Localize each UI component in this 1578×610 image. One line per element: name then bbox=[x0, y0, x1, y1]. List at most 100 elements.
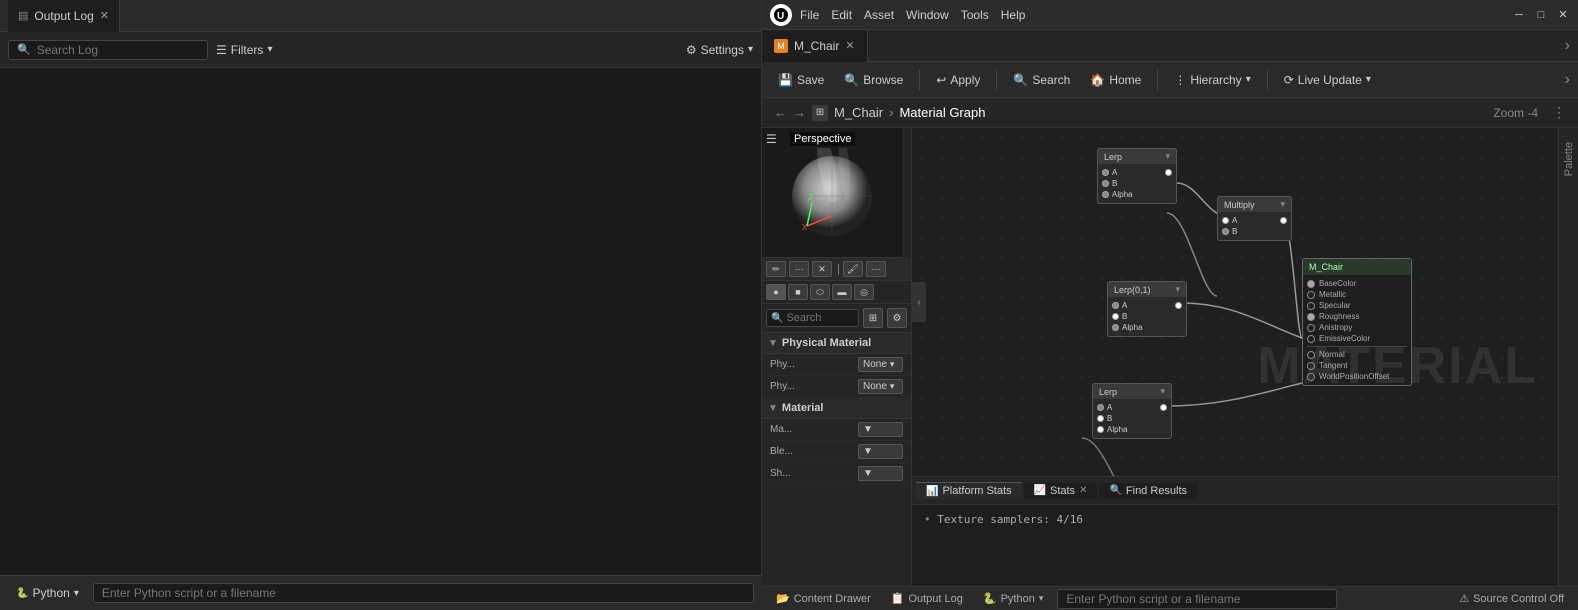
m-chair-final-node[interactable]: M_Chair BaseColor Metallic Specular bbox=[1302, 258, 1412, 386]
prop-dropdown-4[interactable]: ▼ bbox=[858, 466, 903, 481]
bottom-panel-content: • Texture samplers: 4/16 bbox=[912, 505, 1558, 586]
breadcrumb-expand-button[interactable]: ⊞ bbox=[812, 105, 828, 121]
settings-button[interactable]: ⚙ Settings ▾ bbox=[686, 43, 753, 57]
live-update-icon: ⟳ bbox=[1284, 73, 1294, 87]
preview-paint-button[interactable]: 🖌 bbox=[843, 261, 863, 277]
collapse-left-button[interactable]: ‹ bbox=[912, 282, 926, 322]
material-icon: M bbox=[774, 39, 788, 53]
physical-material-arrow: ▼ bbox=[768, 338, 778, 349]
multiply-node[interactable]: Multiply ▾ A B bbox=[1217, 196, 1292, 241]
search-log-input[interactable] bbox=[37, 43, 199, 57]
python-chevron-icon: ▾ bbox=[74, 588, 79, 599]
lerp2-dropdown[interactable]: ▾ bbox=[1175, 284, 1180, 295]
lerp2-node[interactable]: Lerp(0,1) ▾ A B bbox=[1107, 281, 1187, 337]
output-log-status[interactable]: 📋 Output Log bbox=[885, 592, 969, 605]
multiply-dropdown[interactable]: ▾ bbox=[1280, 199, 1285, 210]
breadcrumb-more-icon[interactable]: ⋮ bbox=[1552, 104, 1566, 121]
log-content-area bbox=[0, 68, 761, 610]
preview-close-button[interactable]: ✕ bbox=[812, 261, 832, 277]
stats-tab[interactable]: 📈 Stats ✕ bbox=[1024, 483, 1098, 499]
stats-content: Texture samplers: 4/16 bbox=[937, 513, 1083, 526]
right-status-bar: 📂 Content Drawer 📋 Output Log 🐍 Python ▾… bbox=[762, 586, 1578, 610]
perspective-label: Perspective bbox=[790, 132, 855, 146]
menu-tools[interactable]: Tools bbox=[961, 8, 989, 22]
shape-torus-button[interactable]: ◎ bbox=[854, 284, 874, 300]
m-chair-tab-close[interactable]: ✕ bbox=[845, 39, 854, 52]
search-button[interactable]: 🔍 Search bbox=[1005, 70, 1078, 90]
shape-sphere-button[interactable]: ● bbox=[766, 284, 786, 300]
breadcrumb-parent[interactable]: M_Chair bbox=[834, 105, 883, 120]
output-log-tab-close[interactable]: ✕ bbox=[100, 9, 109, 22]
prop-dropdown-3[interactable]: ▼ bbox=[858, 444, 903, 459]
bottom-panels: 📊 Platform Stats 📈 Stats ✕ 🔍 Find Result… bbox=[912, 476, 1558, 586]
forward-button[interactable]: → bbox=[793, 105, 806, 120]
physical-material-section[interactable]: ▼ Physical Material bbox=[762, 333, 911, 354]
properties-panel: ☰ bbox=[762, 128, 912, 586]
material-preview: ☰ bbox=[762, 128, 902, 258]
prop-gear-button[interactable]: ⚙ bbox=[887, 308, 907, 328]
lerp3-dropdown[interactable]: ▾ bbox=[1160, 386, 1165, 397]
menu-file[interactable]: File bbox=[800, 8, 819, 22]
pin-dot bbox=[1097, 426, 1104, 433]
shape-box-button[interactable]: ■ bbox=[788, 284, 808, 300]
shape-cylinder-button[interactable]: ⬭ bbox=[810, 284, 830, 300]
platform-stats-tab[interactable]: 📊 Platform Stats bbox=[916, 482, 1022, 499]
content-drawer-status[interactable]: 📂 Content Drawer bbox=[770, 592, 877, 605]
menu-edit[interactable]: Edit bbox=[831, 8, 852, 22]
output-log-tab[interactable]: ▤ Output Log ✕ bbox=[8, 0, 120, 32]
palette-label[interactable]: Palette bbox=[1563, 142, 1575, 176]
material-graph[interactable]: Lerp ▾ A B bbox=[912, 128, 1558, 476]
toolbar-sep-3 bbox=[1157, 70, 1158, 90]
lerp1-dropdown[interactable]: ▾ bbox=[1165, 151, 1170, 162]
lerp3-node[interactable]: Lerp ▾ A B bbox=[1092, 383, 1172, 439]
m-chair-tab[interactable]: M M_Chair ✕ bbox=[762, 30, 868, 62]
search-log-box[interactable]: 🔍 bbox=[8, 40, 208, 60]
prop-search-input[interactable] bbox=[786, 312, 854, 324]
back-button[interactable]: ← bbox=[774, 105, 787, 120]
gear-icon: ⚙ bbox=[686, 43, 697, 57]
menu-window[interactable]: Window bbox=[906, 8, 949, 22]
filters-button[interactable]: ☰ Filters ▾ bbox=[216, 43, 272, 57]
prop-grid-button[interactable]: ⊞ bbox=[863, 308, 883, 328]
preview-menu-icon[interactable]: ☰ bbox=[766, 132, 777, 146]
prop-dropdown-1[interactable]: None ▾ bbox=[858, 379, 903, 394]
python-status-chevron: ▾ bbox=[1039, 593, 1044, 604]
prop-search-box[interactable]: 🔍 bbox=[766, 309, 859, 327]
pin-dot bbox=[1222, 228, 1229, 235]
prop-dropdown-2[interactable]: ▼ bbox=[858, 422, 903, 437]
preview-dots2[interactable]: ··· bbox=[866, 261, 886, 277]
python-input-right[interactable] bbox=[1057, 589, 1337, 609]
python-status[interactable]: 🐍 Python ▾ bbox=[977, 592, 1049, 605]
apply-button[interactable]: ↩ Apply bbox=[928, 70, 988, 90]
python-input-left[interactable] bbox=[93, 583, 754, 603]
prop-dropdown-0[interactable]: None ▾ bbox=[858, 357, 903, 372]
source-control-status[interactable]: ⚠ Source Control Off bbox=[1453, 592, 1570, 605]
shape-plane-button[interactable]: ▬ bbox=[832, 284, 852, 300]
find-results-tab[interactable]: 🔍 Find Results bbox=[1099, 483, 1197, 499]
browse-button[interactable]: 🔍 Browse bbox=[836, 70, 911, 90]
lerp-node-1[interactable]: Lerp ▾ A B bbox=[1097, 148, 1177, 204]
close-button[interactable]: ✕ bbox=[1556, 8, 1570, 22]
tab-overflow-button[interactable]: › bbox=[1557, 37, 1578, 55]
stats-tab-close[interactable]: ✕ bbox=[1079, 485, 1087, 496]
menu-bar: File Edit Asset Window Tools Help bbox=[800, 8, 1025, 22]
home-button[interactable]: 🏠 Home bbox=[1082, 70, 1149, 90]
pin-dot bbox=[1102, 191, 1109, 198]
toolbar-sep-2 bbox=[996, 70, 997, 90]
toolbar-overflow-button[interactable]: › bbox=[1565, 71, 1570, 89]
preview-ctrl-dots[interactable]: ··· bbox=[789, 261, 809, 277]
pin-out bbox=[1280, 217, 1287, 224]
breadcrumb-nav: ← → bbox=[774, 105, 806, 120]
minimize-button[interactable]: ─ bbox=[1512, 8, 1526, 22]
maximize-button[interactable]: □ bbox=[1534, 8, 1548, 22]
live-update-button[interactable]: ⟳ Live Update ▾ bbox=[1276, 70, 1379, 90]
material-section[interactable]: ▼ Material bbox=[762, 398, 911, 419]
prop-label-0: Phy... bbox=[770, 359, 854, 370]
python-selector[interactable]: 🐍 Python ▾ bbox=[8, 584, 87, 602]
brush-mode-button[interactable]: ✏ bbox=[766, 261, 786, 277]
menu-help[interactable]: Help bbox=[1001, 8, 1026, 22]
pin-dot bbox=[1097, 404, 1104, 411]
menu-asset[interactable]: Asset bbox=[864, 8, 894, 22]
hierarchy-button[interactable]: ⋮ Hierarchy ▾ bbox=[1166, 70, 1258, 90]
save-button[interactable]: 💾 Save bbox=[770, 70, 832, 90]
